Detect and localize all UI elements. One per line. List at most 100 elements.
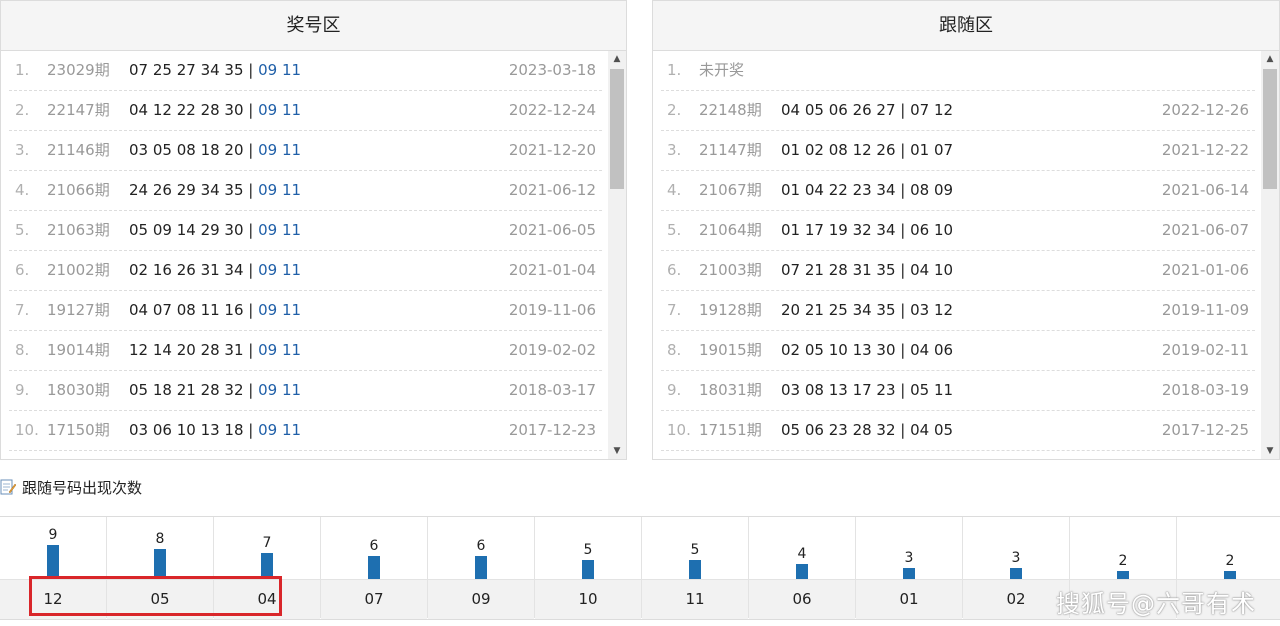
front-numbers: 07 25 27 34 35 [129, 61, 244, 79]
draw-numbers: 02 05 10 13 30 | 04 06 [781, 341, 954, 359]
panel-title: 奖号区 [1, 1, 626, 51]
scroll-up-arrow-icon[interactable]: ▲ [608, 51, 626, 67]
list-item[interactable]: 8. 19015期 02 05 10 13 30 | 04 06 2019-02-11 [661, 331, 1255, 371]
scroll-up-arrow-icon[interactable]: ▲ [1261, 51, 1279, 67]
category-label: 10 [535, 579, 641, 619]
back-numbers: 09 11 [258, 101, 302, 119]
list-item[interactable]: 6. 21003期 07 21 28 31 35 | 04 10 2021-01-06 [661, 251, 1255, 291]
separator: | [243, 261, 259, 279]
data-label: 3 [904, 550, 914, 566]
section-title: 跟随号码出现次数 [0, 476, 142, 500]
chart-column: 4 06 [749, 517, 856, 619]
draw-numbers: 05 09 14 29 30 | 09 11 [129, 211, 301, 250]
draw-numbers: 04 05 06 26 27 | 07 12 [781, 101, 954, 119]
issue-number: 21064期 [699, 221, 762, 239]
row-index: 9. [15, 381, 30, 399]
front-numbers: 05 18 21 28 32 [129, 381, 244, 399]
draw-date: 2021-12-20 [508, 141, 596, 159]
list-item[interactable]: 9. 18031期 03 08 13 17 23 | 05 11 2018-03-19 [661, 371, 1255, 411]
draw-numbers: 02 16 26 31 34 | 09 11 [129, 251, 301, 290]
winning-numbers-list[interactable]: 1. 23029期 07 25 27 34 35 | 09 11 2023-03-18… [9, 51, 602, 459]
issue-number: 21003期 [699, 261, 762, 279]
separator: | [243, 141, 259, 159]
draw-numbers: 04 07 08 11 16 | 09 11 [129, 291, 301, 330]
category-label: 02 [963, 579, 1069, 619]
draw-date: 2017-12-25 [1161, 421, 1249, 439]
data-label: 7 [262, 535, 272, 551]
list-item[interactable]: 2. 22147期 04 12 22 28 30 | 09 11 2022-12-24 [9, 91, 602, 131]
list-item[interactable]: 1. 未开奖 [661, 51, 1255, 91]
list-item[interactable]: 6. 21002期 02 16 26 31 34 | 09 11 2021-01-04 [9, 251, 602, 291]
row-index: 3. [667, 141, 682, 159]
vertical-scrollbar[interactable]: ▲ ▼ [608, 51, 626, 459]
follow-numbers-panel: 跟随区 1. 未开奖 2. 22148期 04 05 06 26 27 | 07 12 2… [652, 0, 1280, 460]
list-item[interactable]: 4. 21067期 01 04 22 23 34 | 08 09 2021-06-14 [661, 171, 1255, 211]
back-numbers: 09 11 [258, 181, 302, 199]
front-numbers: 04 07 08 11 16 [129, 301, 244, 319]
list-item[interactable]: 10. 17150期 03 06 10 13 18 | 09 11 2017-12-2… [9, 411, 602, 451]
list-item[interactable]: 4. 21066期 24 26 29 34 35 | 09 11 2021-06-12 [9, 171, 602, 211]
list-item[interactable]: 10. 17151期 05 06 23 28 32 | 04 05 2017-12-2… [661, 411, 1255, 451]
category-label: 01 [856, 579, 962, 619]
list-item[interactable]: 7. 19127期 04 07 08 11 16 | 09 11 2019-11-06 [9, 291, 602, 331]
separator: | [243, 181, 259, 199]
data-label: 3 [1011, 550, 1021, 566]
draw-numbers: 01 04 22 23 34 | 08 09 [781, 181, 954, 199]
draw-date: 2017-12-23 [508, 421, 596, 439]
list-item[interactable]: 1. 23029期 07 25 27 34 35 | 09 11 2023-03-18 [9, 51, 602, 91]
draw-numbers: 05 06 23 28 32 | 04 05 [781, 421, 954, 439]
list-item[interactable]: 5. 21064期 01 17 19 32 34 | 06 10 2021-06-07 [661, 211, 1255, 251]
draw-date: 2021-06-12 [508, 181, 596, 199]
row-index: 7. [667, 301, 682, 319]
scrollbar-thumb[interactable] [610, 69, 624, 189]
row-index: 1. [15, 61, 30, 79]
issue-number: 19127期 [47, 301, 110, 319]
issue-number: 21147期 [699, 141, 762, 159]
issue-number: 22147期 [47, 101, 110, 119]
draw-date: 2021-06-14 [1161, 181, 1249, 199]
bar-area: 7 [214, 517, 320, 579]
list-item[interactable]: 9. 18030期 05 18 21 28 32 | 09 11 2018-03-17 [9, 371, 602, 411]
issue-number: 17151期 [699, 421, 762, 439]
follow-numbers-list[interactable]: 1. 未开奖 2. 22148期 04 05 06 26 27 | 07 12 2022-… [661, 51, 1255, 459]
chart-bar [368, 556, 380, 579]
draw-date: 2021-06-07 [1161, 221, 1249, 239]
list-item[interactable]: 5. 21063期 05 09 14 29 30 | 09 11 2021-06-05 [9, 211, 602, 251]
row-index: 6. [667, 261, 682, 279]
row-index: 10. [667, 421, 691, 439]
row-index: 10. [15, 421, 39, 439]
section-title-text: 跟随号码出现次数 [22, 479, 143, 497]
vertical-scrollbar[interactable]: ▲ ▼ [1261, 51, 1279, 459]
issue-number: 17150期 [47, 421, 110, 439]
bar-area: 9 [0, 517, 106, 579]
back-numbers: 09 11 [258, 221, 302, 239]
front-numbers: 24 26 29 34 35 [129, 181, 244, 199]
document-edit-icon [0, 479, 16, 494]
category-label: 11 [642, 579, 748, 619]
front-numbers: 05 09 14 29 30 [129, 221, 244, 239]
row-index: 7. [15, 301, 30, 319]
separator: | [243, 341, 259, 359]
watermark: 搜狐号@六哥有术 [1056, 590, 1256, 618]
data-label: 5 [690, 542, 700, 558]
chart-bar [903, 568, 915, 579]
row-index: 5. [15, 221, 30, 239]
list-item[interactable]: 7. 19128期 20 21 25 34 35 | 03 12 2019-11-09 [661, 291, 1255, 331]
list-item[interactable]: 3. 21147期 01 02 08 12 26 | 01 07 2021-12-22 [661, 131, 1255, 171]
list-item[interactable]: 2. 22148期 04 05 06 26 27 | 07 12 2022-12-26 [661, 91, 1255, 131]
draw-date: 2021-12-22 [1161, 141, 1249, 159]
issue-number: 23029期 [47, 61, 110, 79]
scrollbar-thumb[interactable] [1263, 69, 1277, 189]
scroll-down-arrow-icon[interactable]: ▼ [1261, 443, 1279, 459]
draw-date: 2021-01-04 [508, 261, 596, 279]
data-label: 4 [797, 546, 807, 562]
list-item[interactable]: 8. 19014期 12 14 20 28 31 | 09 11 2019-02-02 [9, 331, 602, 371]
draw-numbers: 03 05 08 18 20 | 09 11 [129, 131, 301, 170]
issue-number: 19128期 [699, 301, 762, 319]
separator: | [243, 221, 259, 239]
front-numbers: 04 12 22 28 30 [129, 101, 244, 119]
scroll-down-arrow-icon[interactable]: ▼ [608, 443, 626, 459]
row-index: 4. [667, 181, 682, 199]
category-label: 09 [428, 579, 534, 619]
list-item[interactable]: 3. 21146期 03 05 08 18 20 | 09 11 2021-12-20 [9, 131, 602, 171]
